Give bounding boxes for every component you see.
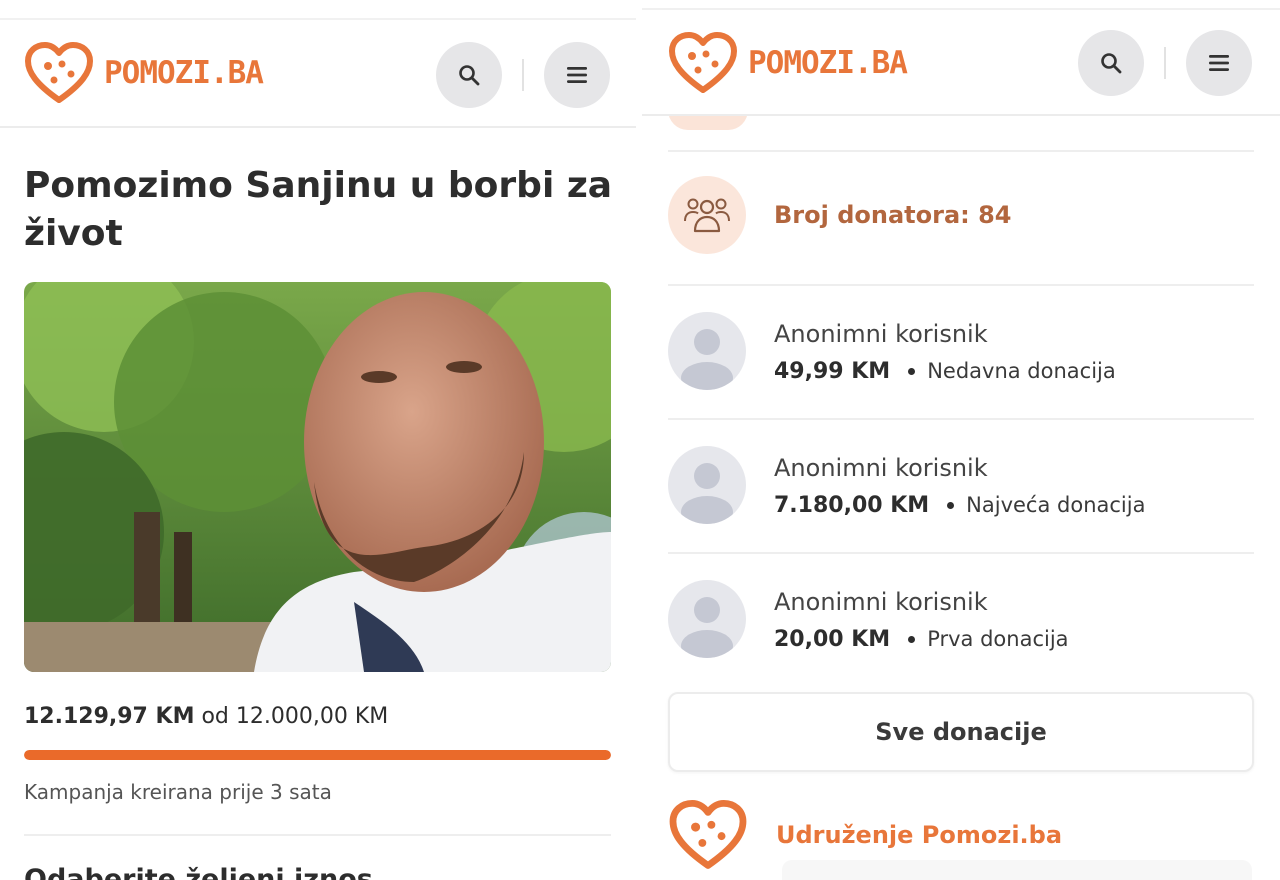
bullet (908, 367, 916, 375)
heart-logo-icon (669, 800, 747, 869)
organizer-name: Udruženje Pomozi.ba (776, 821, 1063, 849)
donor-count-label: Broj donatora: 84 (774, 201, 1012, 229)
heart-logo-icon (25, 42, 93, 103)
header-divider (522, 59, 524, 91)
search-icon (1101, 53, 1122, 74)
user-avatar-icon (668, 446, 746, 524)
campaign-photo (24, 282, 611, 672)
logo[interactable]: POMOZI.BA (24, 42, 264, 104)
donor-name: Anonimni korisnik (774, 587, 988, 616)
header: POMOZI.BA (0, 22, 636, 128)
divider (668, 552, 1254, 554)
search-button[interactable] (1078, 30, 1144, 96)
top-strip (0, 0, 636, 20)
donation-amount: 7.180,00 KM (774, 492, 930, 518)
bullet (947, 501, 955, 509)
divider (668, 418, 1254, 420)
left-screen: POMOZI.BA Pomozimo Sanjinu u borbi za ži… (0, 0, 636, 880)
donor-name: Anonimni korisnik (774, 453, 988, 482)
goal-prefix: od (201, 704, 229, 729)
donation-item: Anonimni korisnik 49,99 KM Nedavna donac… (668, 312, 1116, 390)
search-button[interactable] (436, 42, 502, 108)
users-group-icon (668, 176, 746, 254)
header: POMOZI.BA (642, 8, 1280, 116)
donor-count: Broj donatora: 84 (668, 176, 1012, 254)
campaign-title: Pomozimo Sanjinu u borbi za život (24, 165, 613, 254)
choose-amount-heading: Odaberite željeni iznos (24, 864, 373, 880)
logo[interactable]: POMOZI.BA (668, 32, 908, 94)
goal-amount: 12.000,00 KM (235, 704, 389, 729)
donation-tag: Nedavna donacija (927, 359, 1116, 383)
right-screen: POMOZI.BA Broj donatora: 84 Anonimni kor… (642, 0, 1280, 880)
donation-item: Anonimni korisnik 7.180,00 KM Najveća do… (668, 446, 1145, 524)
divider (668, 284, 1254, 286)
heart-logo-icon (669, 32, 737, 93)
created-time: Kampanja kreirana prije 3 sata (24, 780, 332, 804)
progress-bar (24, 750, 611, 760)
divider (24, 834, 611, 836)
donation-amount: 20,00 KM (774, 626, 891, 652)
donation-tag: Najveća donacija (966, 493, 1146, 517)
donation-item: Anonimni korisnik 20,00 KM Prva donacija (668, 580, 1069, 658)
bullet (908, 635, 916, 643)
hamburger-menu-icon (1209, 55, 1229, 71)
user-avatar-icon (668, 580, 746, 658)
brand-name: POMOZI.BA (748, 45, 908, 81)
progress-fill (24, 750, 611, 760)
raised-amount: 12.129,97 KM (24, 704, 195, 729)
user-avatar-icon (668, 312, 746, 390)
donor-name: Anonimni korisnik (774, 319, 988, 348)
raised-amount-line: 12.129,97 KM od 12.000,00 KM (24, 704, 388, 729)
all-donations-button[interactable]: Sve donacije (668, 692, 1254, 772)
divider (668, 150, 1254, 152)
menu-button[interactable] (1186, 30, 1252, 96)
hamburger-menu-icon (567, 67, 587, 83)
brand-name: POMOZI.BA (104, 55, 264, 91)
partial-card (782, 860, 1252, 880)
header-divider (1164, 47, 1166, 79)
donation-tag: Prva donacija (927, 627, 1069, 651)
menu-button[interactable] (544, 42, 610, 108)
donation-amount: 49,99 KM (774, 358, 891, 384)
search-icon (459, 65, 480, 86)
